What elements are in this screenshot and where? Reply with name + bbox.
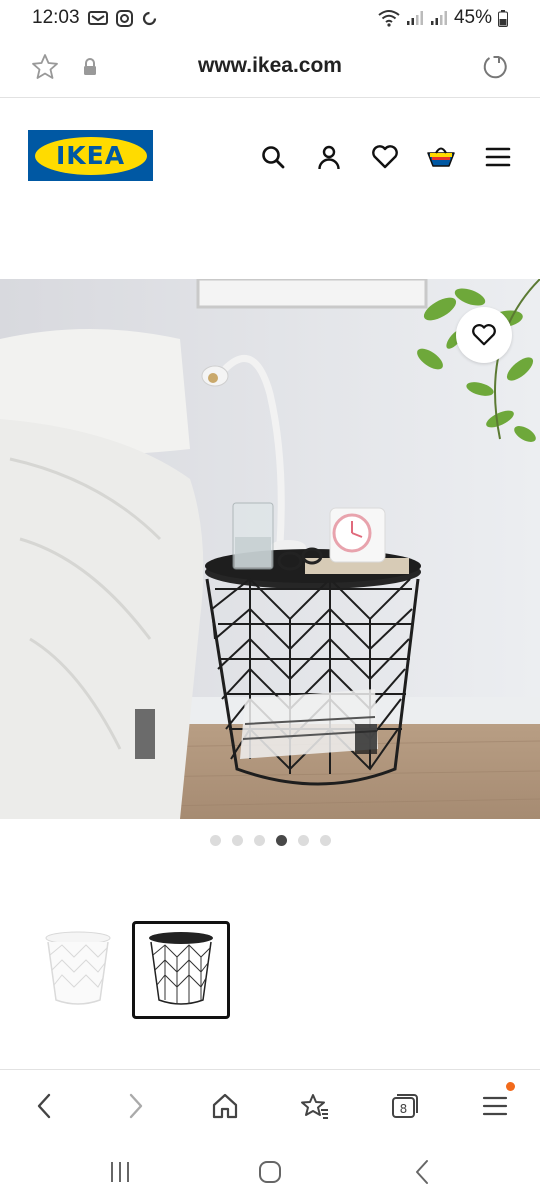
menu-icon[interactable] [477, 1082, 515, 1124]
home-icon[interactable] [250, 1158, 290, 1186]
sync-icon [141, 10, 158, 27]
browser-bottom-bar: 8 [0, 1069, 540, 1139]
cart-icon[interactable] [426, 142, 456, 172]
logo-text: IKEA [55, 141, 126, 170]
ikea-logo[interactable]: IKEA [28, 130, 153, 181]
bookmarks-icon[interactable] [297, 1088, 333, 1124]
white-storage-table-thumbnail [45, 931, 111, 1005]
back-icon[interactable] [26, 1088, 62, 1124]
carousel-dot[interactable] [275, 835, 287, 846]
black-storage-table-thumbnail [149, 932, 213, 1005]
status-bar: 12:03 45% [0, 0, 540, 36]
account-icon[interactable] [314, 142, 344, 172]
variant-black[interactable] [132, 921, 230, 1019]
favourite-button[interactable] [456, 307, 512, 363]
forward-icon[interactable] [118, 1088, 154, 1124]
instagram-icon [115, 9, 133, 27]
heart-icon[interactable] [370, 142, 400, 172]
tabs-icon[interactable]: 8 [387, 1088, 423, 1124]
browser-url-bar: www.ikea.com [0, 36, 540, 98]
product-photo [0, 279, 540, 819]
search-icon[interactable] [258, 142, 288, 172]
carousel-dot[interactable] [231, 835, 243, 846]
carousel-indicator [0, 835, 540, 846]
recents-icon[interactable] [100, 1158, 140, 1186]
signal-icon [430, 10, 448, 26]
clock: 12:03 [32, 7, 80, 28]
battery-icon [498, 9, 508, 27]
carousel-dot[interactable] [297, 835, 309, 846]
notification-dot [506, 1082, 515, 1091]
carousel-dot[interactable] [319, 835, 331, 846]
tab-count: 8 [400, 1102, 408, 1116]
url-address[interactable]: www.ikea.com [0, 54, 540, 78]
heart-icon [472, 324, 496, 346]
site-header: IKEA [0, 100, 540, 210]
status-left: 12:03 [32, 7, 158, 29]
home-icon[interactable] [207, 1088, 243, 1124]
product-image[interactable] [0, 279, 540, 819]
message-badge-icon [87, 10, 108, 26]
battery-percent: 45% [453, 7, 492, 28]
menu-icon[interactable] [483, 142, 513, 172]
carousel-dot[interactable] [209, 835, 221, 846]
logo-oval: IKEA [34, 136, 147, 175]
reload-icon[interactable] [480, 52, 510, 87]
status-right: 45% [378, 7, 508, 29]
wifi-icon [378, 9, 400, 27]
system-navigation-bar [0, 1140, 540, 1204]
signal-icon [406, 10, 424, 26]
carousel-dot[interactable] [253, 835, 265, 846]
variant-white[interactable] [29, 921, 127, 1019]
back-icon[interactable] [402, 1158, 442, 1186]
